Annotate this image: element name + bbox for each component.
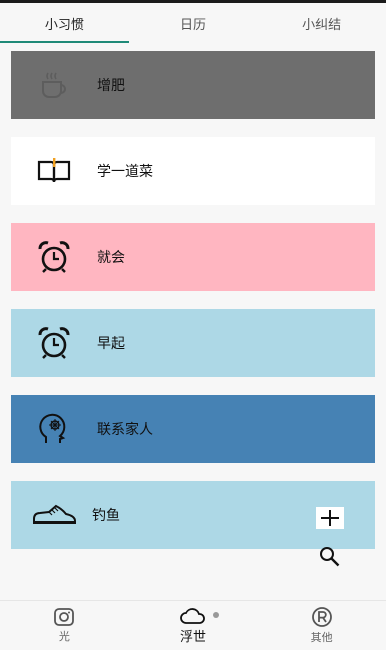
nav-item-other[interactable]: 其他 bbox=[257, 601, 386, 650]
habit-card-learn-dish[interactable]: 学一道菜 bbox=[11, 137, 375, 205]
registered-icon bbox=[311, 607, 332, 627]
top-tab-bar: 小习惯 日历 小纠结 bbox=[0, 3, 386, 43]
coffee-cup-icon bbox=[36, 67, 72, 103]
cloud-icon bbox=[180, 607, 205, 624]
habit-label: 钓鱼 bbox=[92, 508, 120, 524]
habit-label: 学一道菜 bbox=[97, 164, 153, 180]
habit-label: 联系家人 bbox=[97, 422, 153, 438]
sneaker-icon bbox=[31, 497, 77, 533]
habit-label: 就会 bbox=[97, 250, 125, 266]
nav-item-floating-world[interactable]: 浮世 bbox=[129, 601, 258, 650]
nav-item-light[interactable]: 光 bbox=[0, 601, 129, 650]
add-habit-button[interactable] bbox=[316, 507, 344, 529]
tab-habits[interactable]: 小习惯 bbox=[0, 3, 129, 43]
habit-card-gain-weight[interactable]: 增肥 bbox=[11, 51, 375, 119]
habit-label: 增肥 bbox=[97, 78, 125, 94]
habit-card-early-rise[interactable]: 早起 bbox=[11, 309, 375, 377]
habit-card-jiuhui[interactable]: 就会 bbox=[11, 223, 375, 291]
habit-card-contact-family[interactable]: 联系家人 bbox=[11, 395, 375, 463]
nav-label: 浮世 bbox=[180, 629, 207, 645]
nav-label: 其他 bbox=[310, 631, 333, 644]
camera-icon bbox=[54, 608, 75, 626]
habit-label: 早起 bbox=[97, 336, 125, 352]
bottom-nav: 光 浮世 其他 bbox=[0, 600, 386, 650]
search-button[interactable] bbox=[316, 544, 344, 570]
alarm-clock-icon bbox=[36, 325, 72, 361]
open-book-icon bbox=[36, 153, 72, 189]
tab-dilemma[interactable]: 小纠结 bbox=[257, 3, 386, 43]
plus-icon bbox=[321, 510, 339, 526]
tab-calendar[interactable]: 日历 bbox=[129, 3, 258, 43]
head-brain-icon bbox=[36, 411, 72, 447]
nav-label: 光 bbox=[58, 630, 70, 643]
alarm-clock-icon bbox=[36, 239, 72, 275]
notification-dot bbox=[213, 612, 219, 618]
search-icon bbox=[320, 547, 340, 567]
